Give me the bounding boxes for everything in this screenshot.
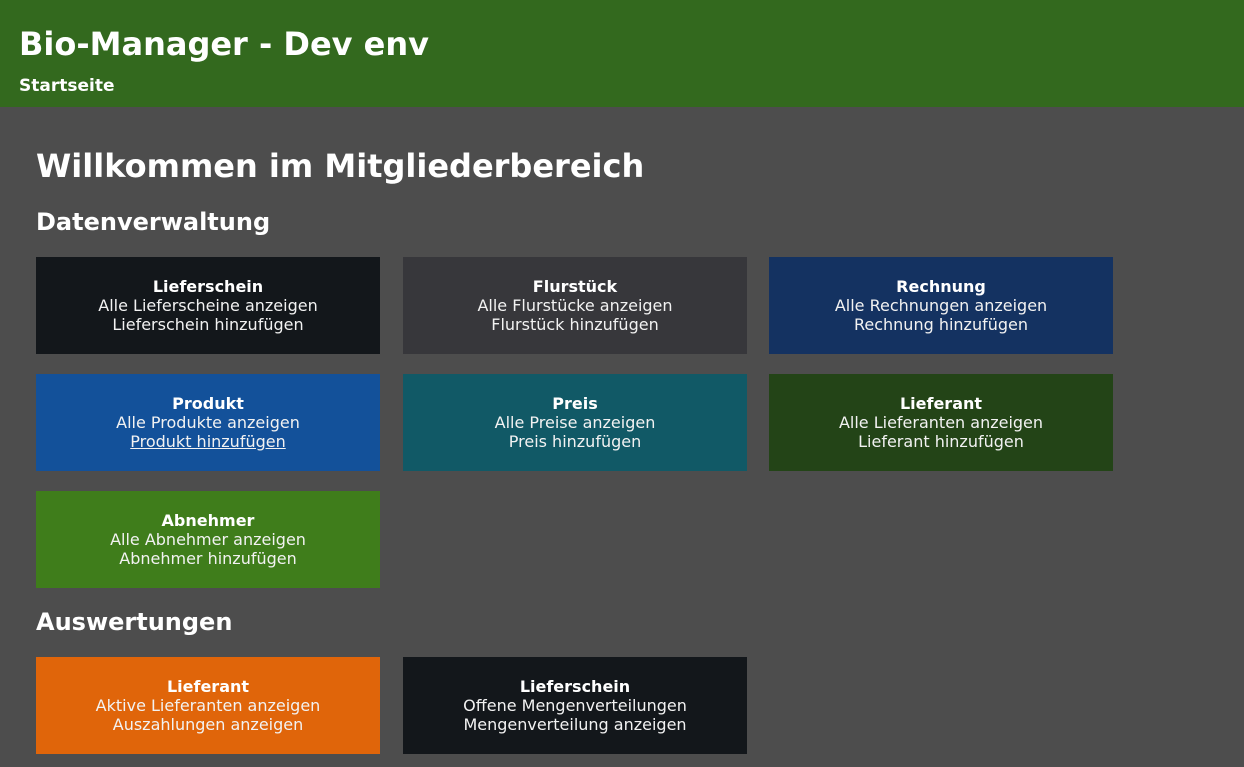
link-alle-abnehmer-anzeigen[interactable]: Alle Abnehmer anzeigen [36, 530, 380, 549]
card-produkt: Produkt Alle Produkte anzeigen Produkt h… [36, 374, 380, 471]
link-alle-produkte-anzeigen[interactable]: Alle Produkte anzeigen [36, 413, 380, 432]
app-title: Bio-Manager - Dev env [19, 25, 429, 63]
card-preis: Preis Alle Preise anzeigen Preis hinzufü… [403, 374, 747, 471]
card-title: Preis [552, 394, 598, 413]
link-flurstueck-hinzufuegen[interactable]: Flurstück hinzufügen [403, 315, 747, 334]
link-aktive-lieferanten-anzeigen[interactable]: Aktive Lieferanten anzeigen [36, 696, 380, 715]
link-lieferschein-hinzufuegen[interactable]: Lieferschein hinzufügen [36, 315, 380, 334]
section-title-auswertungen: Auswertungen [36, 608, 233, 636]
card-auswertung-lieferschein: Lieferschein Offene Mengenverteilungen M… [403, 657, 747, 754]
link-preis-hinzufuegen[interactable]: Preis hinzufügen [403, 432, 747, 451]
breadcrumb-startseite[interactable]: Startseite [19, 75, 114, 97]
app-header: Bio-Manager - Dev env Startseite [0, 0, 1244, 107]
card-title: Lieferant [166, 677, 250, 696]
card-auswertung-lieferant: Lieferant Aktive Lieferanten anzeigen Au… [36, 657, 380, 754]
card-title: Produkt [172, 394, 244, 413]
link-produkt-hinzufuegen[interactable]: Produkt hinzufügen [36, 432, 380, 451]
link-lieferant-hinzufuegen[interactable]: Lieferant hinzufügen [769, 432, 1113, 451]
card-lieferschein: Lieferschein Alle Lieferscheine anzeigen… [36, 257, 380, 354]
link-auszahlungen-anzeigen[interactable]: Auszahlungen anzeigen [36, 715, 380, 734]
link-produkt-hinzufuegen-text: Produkt hinzufügen [130, 432, 286, 451]
link-rechnung-hinzufuegen[interactable]: Rechnung hinzufügen [769, 315, 1113, 334]
link-alle-rechnungen-anzeigen[interactable]: Alle Rechnungen anzeigen [769, 296, 1113, 315]
card-title: Lieferschein [152, 277, 264, 296]
link-alle-flurstuecke-anzeigen[interactable]: Alle Flurstücke anzeigen [403, 296, 747, 315]
card-abnehmer: Abnehmer Alle Abnehmer anzeigen Abnehmer… [36, 491, 380, 588]
card-title: Flurstück [532, 277, 618, 296]
card-rechnung: Rechnung Alle Rechnungen anzeigen Rechnu… [769, 257, 1113, 354]
section-title-datenverwaltung: Datenverwaltung [36, 208, 271, 236]
link-alle-lieferanten-anzeigen[interactable]: Alle Lieferanten anzeigen [769, 413, 1113, 432]
card-title: Rechnung [896, 277, 986, 296]
link-alle-preise-anzeigen[interactable]: Alle Preise anzeigen [403, 413, 747, 432]
link-mengenverteilung-anzeigen[interactable]: Mengenverteilung anzeigen [403, 715, 747, 734]
link-abnehmer-hinzufuegen[interactable]: Abnehmer hinzufügen [36, 549, 380, 568]
card-title: Lieferant [899, 394, 983, 413]
link-offene-mengenverteilungen[interactable]: Offene Mengenverteilungen [403, 696, 747, 715]
card-title: Lieferschein [519, 677, 631, 696]
page-title: Willkommen im Mitgliederbereich [36, 147, 645, 185]
card-title: Abnehmer [161, 511, 255, 530]
card-lieferant: Lieferant Alle Lieferanten anzeigen Lief… [769, 374, 1113, 471]
link-alle-lieferscheine-anzeigen[interactable]: Alle Lieferscheine anzeigen [36, 296, 380, 315]
card-flurstueck: Flurstück Alle Flurstücke anzeigen Flurs… [403, 257, 747, 354]
